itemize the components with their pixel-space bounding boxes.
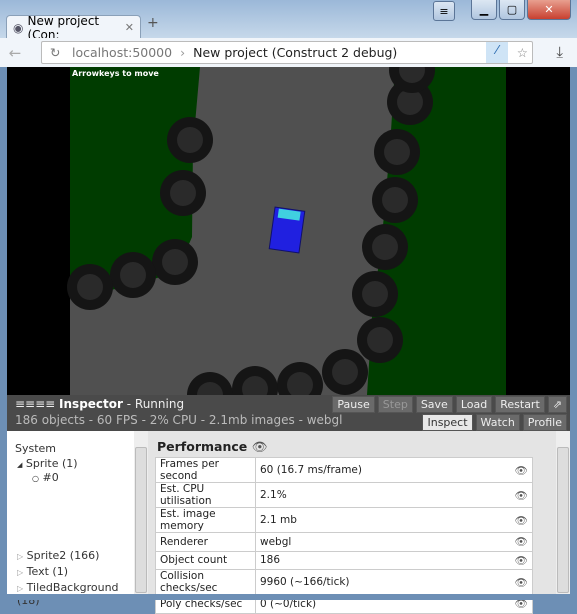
tire [152, 239, 198, 285]
inspector-header: ≡≡≡≡ Inspector - Running 186 objects - 6… [7, 395, 570, 431]
tree-item-sprite2[interactable]: ▷ Sprite2 (166) [17, 549, 99, 562]
table-row: Object count 186 👁 [155, 550, 533, 570]
watch-eye-icon[interactable]: 👁 [510, 457, 533, 483]
tree-label: #0 [42, 471, 59, 484]
metric-name: Est. CPU utilisation [155, 482, 256, 508]
metric-value: 2.1% [255, 482, 511, 508]
maximize-icon[interactable]: ▢ [499, 0, 525, 20]
address-bar[interactable]: ↻ localhost:50000 › New project (Constru… [41, 41, 533, 64]
table-row: Collision checks/sec 9960 (~166/tick) 👁 [155, 569, 533, 595]
close-tab-icon[interactable]: ✕ [125, 21, 134, 34]
drag-handle[interactable]: ≡≡≡≡ [15, 397, 55, 411]
extension-pin-icon[interactable]: ⁄ [486, 42, 508, 63]
object-tree: System ◢ Sprite (1) ○ #0 ▷ Sprite2 (166)… [7, 431, 134, 607]
table-row: Frames per second 60 (16.7 ms/frame) 👁 [155, 457, 533, 483]
save-button[interactable]: Save [415, 396, 453, 413]
inspector-stats: 186 objects - 60 FPS - 2% CPU - 2.1mb im… [15, 413, 343, 427]
game-canvas[interactable]: Arrowkeys to move [7, 67, 570, 395]
table-row: Renderer webgl 👁 [155, 532, 533, 552]
tree-item-text[interactable]: ▷ Text (1) [17, 565, 68, 578]
table-row: Est. image memory 2.1 mb 👁 [155, 507, 533, 533]
tree-item-instance[interactable]: ○ #0 [32, 471, 59, 484]
metric-name: Renderer [155, 532, 256, 552]
watch-eye-icon[interactable]: 👁 [510, 550, 533, 570]
tab-bar: ◉ New project (Con: ✕ + ≡ ▁ ▢ ✕ [0, 0, 577, 42]
metric-name: Frames per second [155, 457, 256, 483]
download-icon[interactable]: ⤓ [556, 43, 563, 61]
tab-inspect[interactable]: Inspect [422, 414, 473, 431]
metric-name: Est. image memory [155, 507, 256, 533]
player-car [268, 206, 306, 254]
watch-eye-icon[interactable]: 👁 [510, 482, 533, 508]
load-button[interactable]: Load [455, 396, 493, 413]
back-arrow-icon[interactable]: ← [0, 44, 30, 62]
window-frame [0, 594, 577, 600]
collapsed-triangle-icon: ▷ [17, 584, 24, 593]
tree-label: Sprite (1) [25, 457, 78, 470]
bookmark-star-icon[interactable]: ☆ [517, 45, 528, 60]
scroll-thumb[interactable] [557, 447, 569, 593]
reload-icon[interactable]: ↻ [50, 45, 60, 60]
tab-profile[interactable]: Profile [522, 414, 567, 431]
browser-tab[interactable]: ◉ New project (Con: ✕ [6, 14, 141, 42]
inspector-title: Inspector [59, 397, 123, 411]
metric-value: 60 (16.7 ms/frame) [255, 457, 511, 483]
collapsed-triangle-icon: ▷ [17, 568, 24, 577]
close-window-icon[interactable]: ✕ [527, 0, 571, 20]
tab-watch[interactable]: Watch [475, 414, 520, 431]
tree-item-system[interactable]: System [15, 442, 56, 455]
game-hint-text: Arrowkeys to move [72, 69, 159, 78]
restart-button[interactable]: Restart [495, 396, 545, 413]
url-host: localhost:50000 [72, 45, 173, 60]
scroll-thumb[interactable] [135, 447, 147, 593]
browser-toolbar: ← ↻ localhost:50000 › New project (Const… [0, 38, 577, 67]
popout-icon[interactable]: ⇗ [547, 396, 567, 413]
performance-table: Frames per second 60 (16.7 ms/frame) 👁 Est.… [155, 457, 533, 614]
inspector-status: - Running [122, 397, 185, 411]
page-favicon-icon: ◉ [13, 20, 24, 35]
tree-scrollbar[interactable] [134, 431, 148, 594]
tire [362, 224, 408, 270]
metric-name: Object count [155, 550, 256, 570]
tire [67, 264, 113, 310]
metric-name: Collision checks/sec [155, 569, 256, 595]
pause-button[interactable]: Pause [332, 396, 375, 413]
performance-panel: Performance 👁 Frames per second 60 (16.7 … [148, 431, 556, 614]
panel-scrollbar[interactable] [556, 431, 570, 594]
collapsed-triangle-icon: ▷ [17, 552, 24, 561]
tire [357, 317, 403, 363]
tire [374, 129, 420, 175]
minimize-icon[interactable]: ▁ [471, 0, 497, 20]
watch-eye-icon[interactable]: 👁 [510, 532, 533, 552]
new-tab-button[interactable]: + [147, 15, 159, 31]
metric-value: webgl [255, 532, 511, 552]
metric-value: 186 [255, 550, 511, 570]
performance-title: Performance [157, 439, 248, 454]
tree-label: Text (1) [26, 565, 68, 578]
tree-item-sprite[interactable]: ◢ Sprite (1) [17, 457, 78, 470]
eye-icon[interactable]: 👁 [252, 439, 268, 454]
step-button[interactable]: Step [377, 396, 413, 413]
table-row: Est. CPU utilisation 2.1% 👁 [155, 482, 533, 508]
circle-icon: ○ [32, 474, 39, 483]
tire [372, 177, 418, 223]
expanded-triangle-icon: ◢ [17, 461, 23, 469]
game-scene [67, 67, 506, 395]
menu-icon[interactable]: ≡ [433, 1, 455, 21]
url-page-title: New project (Construct 2 debug) [193, 45, 398, 60]
tire [160, 170, 206, 216]
tire [167, 117, 213, 163]
tire [110, 252, 156, 298]
watch-eye-icon[interactable]: 👁 [510, 569, 533, 595]
tree-label: Sprite2 (166) [26, 549, 100, 562]
tire [352, 271, 398, 317]
watch-eye-icon[interactable]: 👁 [510, 507, 533, 533]
url-separator: › [180, 45, 186, 60]
metric-value: 2.1 mb [255, 507, 511, 533]
tire [322, 349, 368, 395]
metric-value: 9960 (~166/tick) [255, 569, 511, 595]
